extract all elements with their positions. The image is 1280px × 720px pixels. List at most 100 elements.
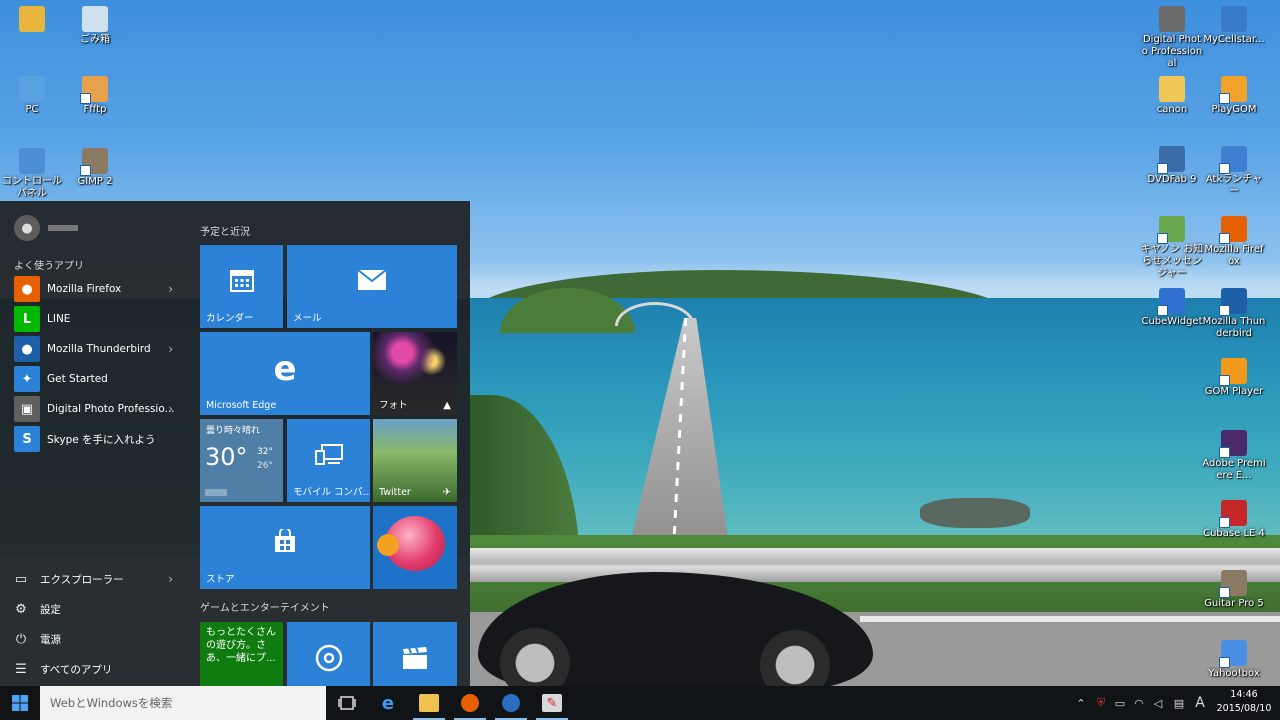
battery-icon[interactable]: ▭	[1111, 686, 1129, 720]
desktop-icon[interactable]: canon	[1140, 76, 1204, 116]
store-tile-label: ストア	[206, 574, 235, 585]
wallpaper-rocks	[920, 498, 1030, 528]
calendar-tile[interactable]: カレンダー	[200, 245, 283, 328]
action-center-icon[interactable]: ▤	[1170, 686, 1188, 720]
taskbar-file-explorer[interactable]	[409, 686, 449, 720]
task-view-icon	[338, 696, 356, 710]
show-hidden-icons-button[interactable]: ⌃	[1072, 686, 1090, 720]
desktop-icon-label: Mozilla Firefox	[1204, 244, 1264, 267]
mail-tile[interactable]: メール	[287, 245, 457, 328]
desktop-icon[interactable]: MyCellstar...	[1202, 6, 1266, 46]
most-used-label: よく使うアプリ	[14, 261, 84, 272]
start-app-item[interactable]: ● Mozilla Firefox ›	[0, 274, 185, 304]
user-name-redacted	[48, 225, 78, 231]
start-app-item[interactable]: L LINE	[0, 304, 185, 334]
groove-music-tile[interactable]	[287, 622, 370, 686]
microsoft-edge-tile[interactable]: e Microsoft Edge	[200, 332, 370, 415]
weather-location-redacted	[205, 489, 227, 496]
user-avatar-icon: ●	[14, 215, 40, 241]
wifi-icon[interactable]: ◠	[1130, 686, 1148, 720]
firefox-taskbar-icon	[461, 694, 479, 712]
chevron-right-icon[interactable]: ›	[168, 342, 173, 356]
volume-icon[interactable]: ◁	[1149, 686, 1167, 720]
desktop-icon[interactable]: コントロール パネル	[0, 148, 64, 200]
desktop-icon[interactable]: Mozilla Firefox	[1202, 216, 1266, 268]
desktop-icon[interactable]: Adobe Premiere E...	[1202, 430, 1266, 482]
phone-companion-tile[interactable]: モバイル コンパ...	[287, 419, 370, 502]
taskbar-edge[interactable]: e	[368, 686, 408, 720]
desktop-icon[interactable]: GOM Player	[1202, 358, 1266, 398]
chevron-right-icon[interactable]: ›	[168, 572, 173, 586]
desktop-icon[interactable]: キヤノン お知らせメッセンジャー	[1140, 216, 1204, 280]
desktop-icon[interactable]: PC	[0, 76, 64, 116]
start-app-label: Get Started	[47, 373, 108, 385]
edge-taskbar-icon: e	[381, 692, 395, 714]
taskbar-thunderbird[interactable]	[491, 686, 531, 720]
desktop-icon[interactable]: CubeWidget	[1140, 288, 1204, 328]
desktop-icon-label: GOM Player	[1204, 386, 1264, 397]
folder-icon	[419, 694, 439, 712]
start-app-label: Skype を手に入れよう	[47, 433, 156, 446]
desktop-icon[interactable]: Yahoo!box	[1202, 640, 1266, 680]
desktop-icon[interactable]: GIMP 2	[63, 148, 127, 188]
taskbar-search-box[interactable]: WebとWindowsを検索	[40, 686, 326, 720]
twitter-tile[interactable]: Twitter ✈	[373, 419, 457, 502]
movies-tv-tile[interactable]	[373, 622, 457, 686]
desktop-icon[interactable]: Ffftp	[63, 76, 127, 116]
desktop-icon-label: MyCellstar...	[1203, 34, 1265, 45]
candy-crush-tile[interactable]	[373, 506, 457, 589]
pc-icon	[19, 76, 45, 102]
start-app-item[interactable]: ✦ Get Started	[0, 364, 185, 394]
desktop-icon[interactable]: ごみ箱	[63, 6, 127, 46]
chevron-right-icon[interactable]: ›	[168, 282, 173, 296]
desktop-icon[interactable]: PlayGOM	[1202, 76, 1266, 116]
start-bottom-label: 設定	[40, 603, 61, 616]
mail-icon	[357, 269, 387, 295]
start-bottom-item[interactable]: ⏻ 電源	[0, 624, 185, 654]
xbox-tile[interactable]: もっとたくさんの遊び方。さあ、一緒にプ...	[200, 622, 283, 686]
taskbar-sketch-app[interactable]: ✎	[532, 686, 572, 720]
user-account-button[interactable]: ●	[14, 215, 78, 241]
start-app-item[interactable]: ▣ Digital Photo Professio... ›	[0, 394, 185, 424]
photos-tile-label: フォト	[379, 400, 408, 411]
desktop-icon-label: Guitar Pro 5	[1204, 598, 1264, 609]
start-bottom-item[interactable]: ⚙ 設定	[0, 594, 185, 624]
start-bottom-item[interactable]: ▭ エクスプローラー ›	[0, 564, 185, 594]
desktop-icon-label: Adobe Premiere E...	[1202, 458, 1266, 481]
start-bottom-item[interactable]: ☰ すべてのアプリ	[0, 654, 185, 684]
ffftp-icon	[80, 76, 108, 104]
security-shield-icon[interactable]: ⛨	[1092, 686, 1110, 720]
phone-companion-tile-label: モバイル コンパ...	[293, 487, 370, 498]
store-tile[interactable]: ストア	[200, 506, 370, 589]
taskbar-firefox[interactable]	[450, 686, 490, 720]
desktop-icon-label: PC	[25, 104, 39, 115]
clapperboard-icon	[401, 646, 429, 674]
photos-tile[interactable]: フォト ▲	[373, 332, 457, 415]
desktop-icon[interactable]: Digital Photo Professional	[1140, 6, 1204, 70]
task-view-button[interactable]	[327, 686, 367, 720]
twitter-tile-label: Twitter	[379, 487, 411, 498]
weather-temperature: 30°	[205, 443, 248, 471]
desktop-icon[interactable]: Mozilla Thunderbird	[1202, 288, 1266, 340]
desktop-icon[interactable]: Cubase LE 4	[1202, 500, 1266, 540]
clock-time: 14:46	[1230, 689, 1258, 700]
ime-indicator[interactable]: A	[1191, 686, 1209, 720]
chevron-right-icon[interactable]: ›	[168, 402, 173, 416]
start-bottom-label: エクスプローラー	[40, 573, 124, 586]
start-app-item[interactable]: ● Mozilla Thunderbird ›	[0, 334, 185, 364]
weather-high: 32°	[257, 447, 273, 457]
desktop-icon-label: ごみ箱	[80, 34, 110, 45]
desktop-icon[interactable]: Atkランチャー	[1202, 146, 1266, 198]
drawing-app-icon: ✎	[542, 694, 562, 712]
settings-gear-icon: ⚙	[15, 601, 27, 617]
taskbar-clock[interactable]: 14:46 2015/08/10	[1214, 688, 1274, 716]
desktop-icon-label: PlayGOM	[1211, 104, 1257, 115]
start-app-item[interactable]: S Skype を手に入れよう	[0, 424, 185, 454]
desktop-icon[interactable]: Guitar Pro 5	[1202, 570, 1266, 610]
thunderbird-taskbar-icon	[502, 694, 520, 712]
desktop-icon[interactable]	[0, 6, 64, 34]
adobe-premiere-icon	[1219, 430, 1247, 458]
desktop-icon[interactable]: DVDFab 9	[1140, 146, 1204, 186]
start-button[interactable]	[0, 686, 40, 720]
weather-tile[interactable]: 曇り時々晴れ 30° 32° 26°	[200, 419, 283, 502]
